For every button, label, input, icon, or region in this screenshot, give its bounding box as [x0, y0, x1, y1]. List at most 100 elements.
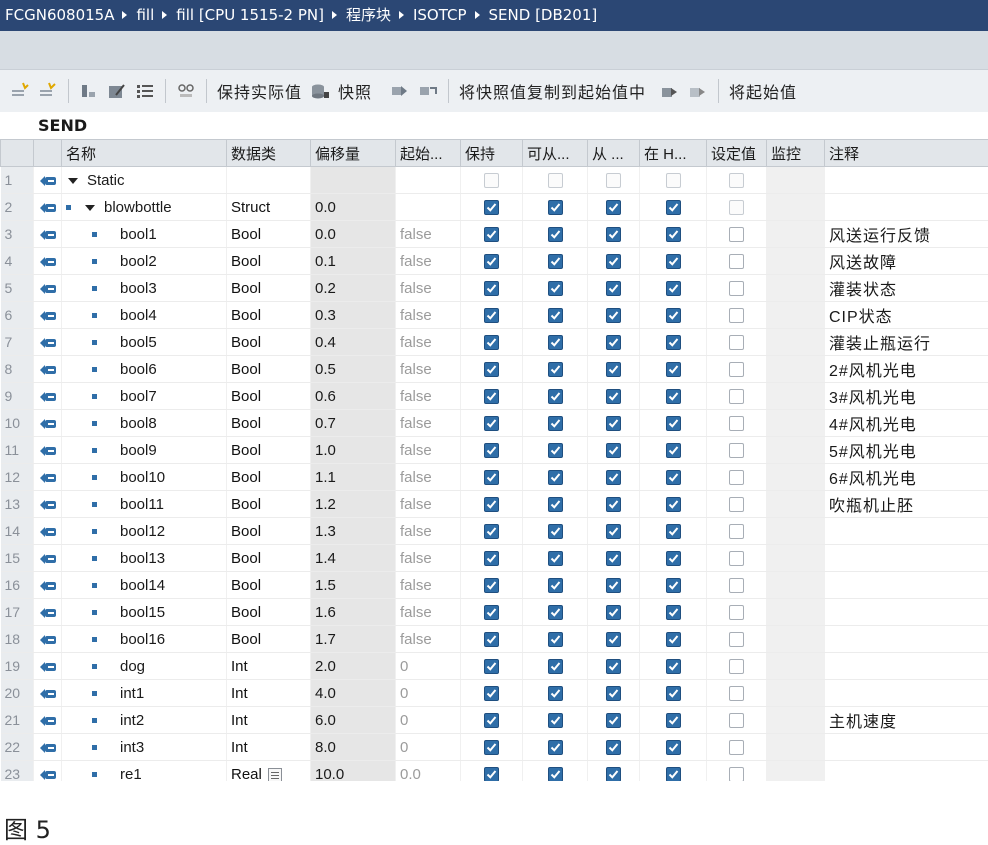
- datatype-cell[interactable]: Bool: [227, 572, 311, 599]
- load-start-icon[interactable]: [659, 80, 681, 102]
- name-cell[interactable]: bool13: [62, 545, 227, 572]
- setpoint-checkbox[interactable]: [729, 740, 744, 755]
- name-cell[interactable]: bool4: [62, 302, 227, 329]
- datatype-cell[interactable]: Int: [227, 653, 311, 680]
- header-monitor[interactable]: 监控: [767, 140, 825, 167]
- copy-snapshot-icon[interactable]: [389, 80, 411, 102]
- comment-cell[interactable]: [825, 545, 988, 572]
- retain-checkbox[interactable]: [484, 200, 499, 215]
- accessible-checkbox[interactable]: [548, 443, 563, 458]
- comment-cell[interactable]: [825, 653, 988, 680]
- writable-checkbox[interactable]: [606, 335, 621, 350]
- visible-checkbox[interactable]: [666, 524, 681, 539]
- start-value-cell[interactable]: 0: [396, 680, 461, 707]
- header-visible-in-hmi[interactable]: 在 H...: [640, 140, 707, 167]
- accessible-checkbox[interactable]: [548, 713, 563, 728]
- retain-checkbox[interactable]: [484, 551, 499, 566]
- name-cell[interactable]: int3: [62, 734, 227, 761]
- visible-checkbox[interactable]: [666, 605, 681, 620]
- comment-cell[interactable]: [825, 680, 988, 707]
- retain-checkbox[interactable]: [484, 659, 499, 674]
- accessible-checkbox[interactable]: [548, 767, 563, 782]
- comment-cell[interactable]: [825, 734, 988, 761]
- visible-checkbox[interactable]: [666, 227, 681, 242]
- writable-checkbox[interactable]: [606, 497, 621, 512]
- comment-cell[interactable]: 风送运行反馈: [825, 221, 988, 248]
- setpoint-checkbox[interactable]: [729, 524, 744, 539]
- accessible-checkbox[interactable]: [548, 551, 563, 566]
- visible-checkbox[interactable]: [666, 200, 681, 215]
- datatype-cell[interactable]: Bool: [227, 248, 311, 275]
- visible-checkbox[interactable]: [666, 389, 681, 404]
- datatype-cell[interactable]: Bool: [227, 491, 311, 518]
- visible-checkbox[interactable]: [666, 578, 681, 593]
- breadcrumb-station[interactable]: fill: [136, 6, 154, 24]
- header-retain[interactable]: 保持: [461, 140, 523, 167]
- writable-checkbox[interactable]: [606, 632, 621, 647]
- table-row[interactable]: 9bool7Bool0.6false3#风机光电: [1, 383, 988, 410]
- accessible-checkbox[interactable]: [548, 254, 563, 269]
- snapshot-button[interactable]: 快照: [334, 79, 376, 103]
- setpoint-checkbox[interactable]: [729, 416, 744, 431]
- list-view-icon[interactable]: [134, 80, 156, 102]
- setpoint-checkbox[interactable]: [729, 227, 744, 242]
- comment-cell[interactable]: [825, 572, 988, 599]
- accessible-checkbox[interactable]: [548, 173, 563, 188]
- datatype-cell[interactable]: Bool: [227, 545, 311, 572]
- datatype-cell[interactable]: Bool: [227, 437, 311, 464]
- name-cell[interactable]: bool15: [62, 599, 227, 626]
- writable-checkbox[interactable]: [606, 254, 621, 269]
- setpoint-checkbox[interactable]: [729, 551, 744, 566]
- visible-checkbox[interactable]: [666, 173, 681, 188]
- comment-cell[interactable]: 3#风机光电: [825, 383, 988, 410]
- comment-cell[interactable]: [825, 167, 988, 194]
- visible-checkbox[interactable]: [666, 632, 681, 647]
- retain-checkbox[interactable]: [484, 470, 499, 485]
- writable-checkbox[interactable]: [606, 416, 621, 431]
- start-value-cell[interactable]: false: [396, 302, 461, 329]
- visible-checkbox[interactable]: [666, 551, 681, 566]
- writable-checkbox[interactable]: [606, 227, 621, 242]
- visible-checkbox[interactable]: [666, 686, 681, 701]
- copy-snapshot-to-start-button[interactable]: 将快照值复制到起始值中: [455, 79, 650, 103]
- header-offset[interactable]: 偏移量: [311, 140, 396, 167]
- table-row[interactable]: 17bool15Bool1.6false: [1, 599, 988, 626]
- name-cell[interactable]: int2: [62, 707, 227, 734]
- setpoint-checkbox[interactable]: [729, 632, 744, 647]
- start-value-cell[interactable]: false: [396, 437, 461, 464]
- start-value-cell[interactable]: [396, 194, 461, 221]
- setpoint-checkbox[interactable]: [729, 200, 744, 215]
- table-row[interactable]: 11bool9Bool1.0false5#风机光电: [1, 437, 988, 464]
- setpoint-checkbox[interactable]: [729, 659, 744, 674]
- header-start-value[interactable]: 起始...: [396, 140, 461, 167]
- accessible-checkbox[interactable]: [548, 389, 563, 404]
- datatype-cell[interactable]: Bool: [227, 221, 311, 248]
- expand-arrow-icon[interactable]: [85, 205, 95, 211]
- table-row[interactable]: 22int3Int8.00: [1, 734, 988, 761]
- breadcrumb-project[interactable]: FCGN608015A: [5, 6, 114, 24]
- writable-checkbox[interactable]: [606, 362, 621, 377]
- writable-checkbox[interactable]: [606, 524, 621, 539]
- setpoint-checkbox[interactable]: [729, 335, 744, 350]
- accessible-checkbox[interactable]: [548, 362, 563, 377]
- visible-checkbox[interactable]: [666, 254, 681, 269]
- table-row[interactable]: 2blowbottleStruct0.0: [1, 194, 988, 221]
- name-cell[interactable]: bool12: [62, 518, 227, 545]
- writable-checkbox[interactable]: [606, 767, 621, 782]
- name-cell[interactable]: bool11: [62, 491, 227, 518]
- table-row[interactable]: 15bool13Bool1.4false: [1, 545, 988, 572]
- writable-checkbox[interactable]: [606, 551, 621, 566]
- header-accessible-from-hmi[interactable]: 可从...: [523, 140, 588, 167]
- table-row[interactable]: 12bool10Bool1.1false6#风机光电: [1, 464, 988, 491]
- retain-checkbox[interactable]: [484, 632, 499, 647]
- copy-start-icon[interactable]: [417, 80, 439, 102]
- retain-checkbox[interactable]: [484, 227, 499, 242]
- visible-checkbox[interactable]: [666, 659, 681, 674]
- accessible-checkbox[interactable]: [548, 335, 563, 350]
- breadcrumb-block[interactable]: SEND [DB201]: [489, 6, 598, 24]
- table-row[interactable]: 8bool6Bool0.5false2#风机光电: [1, 356, 988, 383]
- retain-checkbox[interactable]: [484, 524, 499, 539]
- visible-checkbox[interactable]: [666, 767, 681, 782]
- writable-checkbox[interactable]: [606, 713, 621, 728]
- datatype-cell[interactable]: Bool: [227, 356, 311, 383]
